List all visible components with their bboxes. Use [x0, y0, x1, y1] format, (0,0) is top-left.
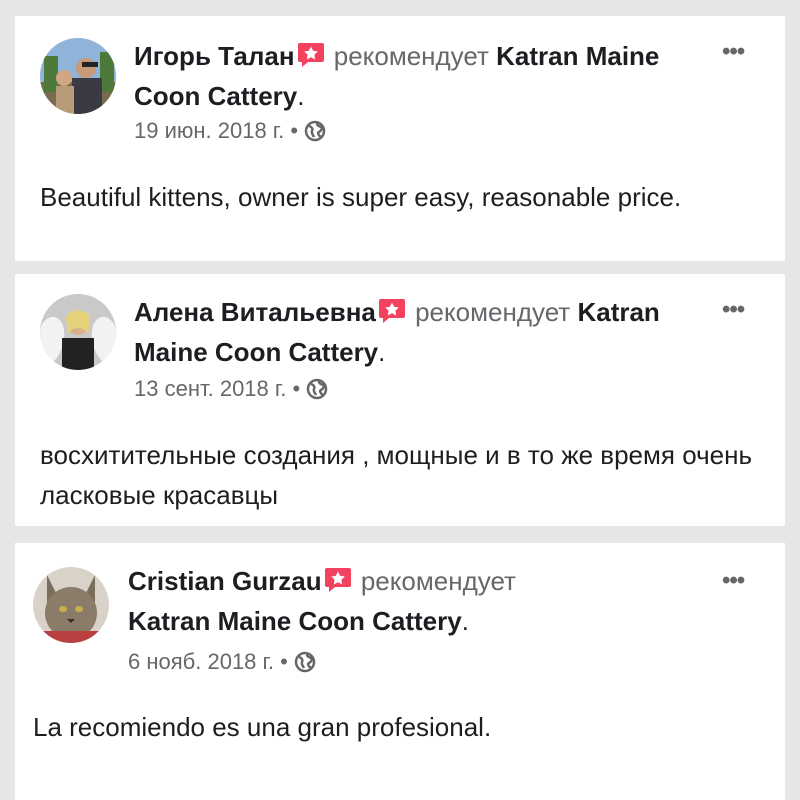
more-options-button[interactable]: ••• — [722, 296, 745, 324]
author-name[interactable]: Игорь Талан — [134, 41, 295, 71]
review-header: Игорь Талан рекомендует Katran Maine Coo… — [134, 38, 724, 115]
period: . — [461, 606, 469, 636]
review-header: Алена Витальевна рекомендует Katran Main… — [134, 294, 724, 371]
recommends-label: рекомендует — [333, 41, 489, 71]
review-date[interactable]: 6 нояб. 2018 г. — [128, 649, 274, 674]
avatar[interactable] — [33, 567, 109, 643]
meta-separator: • — [292, 376, 301, 401]
period: . — [378, 337, 386, 367]
review-meta: 13 сент. 2018 г. • — [134, 376, 328, 406]
avatar[interactable] — [40, 294, 116, 370]
meta-separator: • — [280, 649, 288, 674]
review-card: Cristian Gurzau рекомендует Katran Maine… — [15, 543, 785, 800]
avatar[interactable] — [40, 38, 116, 114]
author-name[interactable]: Алена Витальевна — [134, 297, 376, 327]
globe-icon — [304, 120, 326, 148]
more-options-button[interactable]: ••• — [722, 567, 745, 595]
recommends-label: рекомендует — [360, 566, 516, 596]
recommends-label: рекомендует — [415, 297, 571, 327]
review-text: Beautiful kittens, owner is super easy, … — [40, 182, 682, 212]
review-card: Алена Витальевна рекомендует Katran Main… — [15, 274, 785, 526]
globe-icon — [306, 378, 328, 406]
recommend-badge-icon — [297, 41, 325, 78]
review-card: Игорь Талан рекомендует Katran Maine Coo… — [15, 16, 785, 261]
meta-separator: • — [290, 118, 299, 143]
recommend-badge-icon — [324, 566, 352, 603]
more-options-button[interactable]: ••• — [722, 38, 745, 66]
review-meta: 6 нояб. 2018 г. • — [128, 649, 316, 679]
author-name[interactable]: Cristian Gurzau — [128, 566, 322, 596]
globe-icon — [294, 651, 316, 679]
review-date[interactable]: 13 сент. 2018 г. — [134, 376, 286, 401]
review-text: La recomiendo es una gran profesional. — [33, 712, 492, 742]
review-date[interactable]: 19 июн. 2018 г. — [134, 118, 284, 143]
review-meta: 19 июн. 2018 г. • — [134, 118, 326, 148]
page-name[interactable]: Katran Maine Coon Cattery — [128, 606, 462, 636]
review-header: Cristian Gurzau рекомендует Katran Maine… — [128, 563, 728, 640]
recommend-badge-icon — [378, 297, 406, 334]
period: . — [297, 81, 305, 111]
review-text: восхитительные создания , мощные и в то … — [40, 440, 752, 510]
